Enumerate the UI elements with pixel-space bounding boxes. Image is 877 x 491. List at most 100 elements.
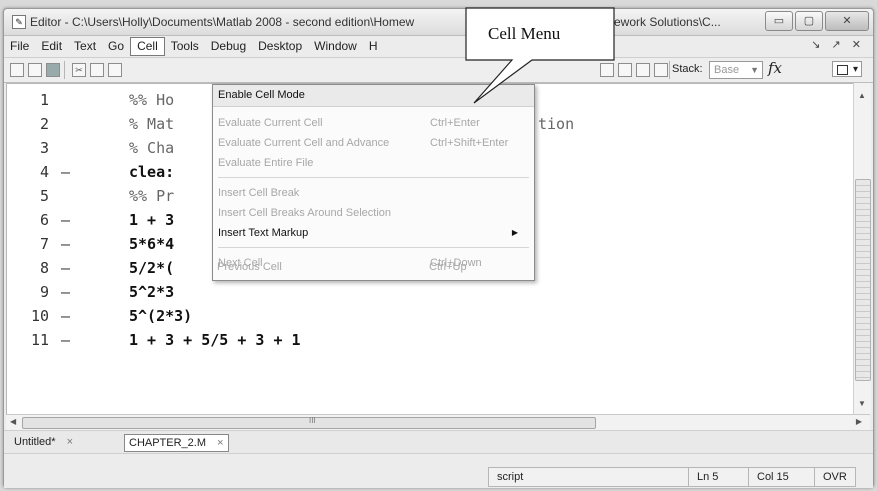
menu-debug[interactable]: Debug [205,37,252,55]
code-line: 9 — 5^2*3 [7,280,853,304]
menu-separator [218,247,529,248]
menu-item-evaluate-entire-file[interactable]: Evaluate Entire File [213,153,534,173]
line-number: 3 [39,139,49,157]
close-icon[interactable]: × [67,436,73,448]
menu-tools[interactable]: Tools [165,37,205,55]
code-text[interactable]: clea: [129,160,174,184]
step-in-icon[interactable] [618,63,632,77]
paste-icon[interactable] [108,63,122,77]
scroll-down-icon[interactable]: ▼ [858,399,866,408]
cell-tool-icon[interactable] [600,63,614,77]
scroll-up-icon[interactable]: ▲ [858,91,866,100]
stack-value: Base [714,64,740,76]
menu-item-label: Evaluate Current Cell [218,117,323,129]
vertical-scrollbar[interactable]: ▲ ▼ [853,83,871,414]
exec-marker: — [61,283,71,301]
editor-window: ✎ Editor - C:\Users\Holly\Documents\Matl… [3,8,874,488]
line-number: 6 [39,211,49,229]
code-text[interactable]: 5^(2*3) [129,304,192,328]
code-text[interactable]: 5*6*4 [129,232,174,256]
code-text[interactable]: 5/2*( [129,256,174,280]
menu-edit[interactable]: Edit [35,37,68,55]
window-title: Editor - C:\Users\Holly\Documents\Matlab… [30,15,415,29]
minimize-button[interactable]: ▭ [765,11,793,31]
scroll-right-icon[interactable]: ▶ [856,417,862,426]
menu-item-evaluate-and-advance[interactable]: Evaluate Current Cell and Advance Ctrl+S… [213,133,534,153]
scroll-thumb[interactable]: III [22,416,596,429]
menu-window[interactable]: Window [308,37,363,55]
close-icon[interactable]: × [217,437,223,449]
line-number: 4 [39,163,49,181]
scroll-left-icon[interactable]: ◀ [10,417,16,426]
menu-item-insert-cell-breaks-around[interactable]: Insert Cell Breaks Around Selection [213,203,534,223]
dock-controls[interactable]: ↘ ↗ ✕ [811,38,865,51]
chevron-down-icon: ▾ [852,64,858,75]
line-number: 2 [39,115,49,133]
menu-item-previous-cell[interactable]: Previous Cell Ctrl+Up [212,257,533,277]
menu-cell[interactable]: Cell [130,36,165,56]
code-text[interactable]: % Mat [129,112,174,136]
tab-untitled[interactable]: Untitled* × [10,434,77,450]
menu-help[interactable]: H [363,37,384,55]
line-number: 1 [39,91,49,109]
exit-debug-icon[interactable] [654,63,668,77]
maximize-button[interactable]: ▢ [795,11,823,31]
toolbar-separator [669,61,670,79]
menu-desktop[interactable]: Desktop [252,37,308,55]
menu-item-insert-text-markup[interactable]: Insert Text Markup ▶ [213,223,534,243]
code-text[interactable]: % Cha [129,136,174,160]
title-bar[interactable]: ✎ Editor - C:\Users\Holly\Documents\Matl… [4,9,873,36]
menu-item-enable-cell-mode[interactable]: Enable Cell Mode [213,85,534,107]
window-title-tail: mework Solutions\C... [604,15,721,29]
line-number: 7 [39,235,49,253]
stack-dropdown[interactable]: Base ▼ [709,61,763,79]
menu-bar: File Edit Text Go Cell Tools Debug Deskt… [4,36,873,56]
menu-file[interactable]: File [4,37,35,55]
cell-menu-dropdown: Enable Cell Mode Evaluate Current Cell C… [212,84,535,281]
code-text[interactable]: 1 + 3 + 5/5 + 3 + 1 [129,328,301,352]
exec-marker: — [61,307,71,325]
menu-item-label: Insert Text Markup [218,227,309,239]
open-folder-icon[interactable] [28,63,42,77]
exec-marker: — [61,163,71,181]
status-mode: script [488,467,690,487]
code-text[interactable]: 1 + 3 [129,208,174,232]
horizontal-scrollbar[interactable]: ◀ III ▶ [6,414,870,430]
layout-button[interactable]: ▾ [832,61,862,77]
code-text[interactable]: %% Ho [129,88,174,112]
close-button[interactable]: ✕ [825,11,869,31]
tab-label: Untitled* [14,436,56,448]
menu-text[interactable]: Text [68,37,102,55]
menu-item-shortcut: Ctrl+Enter [430,117,480,129]
new-file-icon[interactable] [10,63,24,77]
menu-separator [218,177,529,178]
code-text-tail[interactable]: tion [538,112,574,136]
menu-item-label: Enable Cell Mode [218,89,305,101]
window-controls: ▭ ▢ ✕ [765,11,869,31]
scroll-thumb[interactable] [855,179,871,381]
toolbar-separator [64,61,65,79]
menu-item-insert-cell-break[interactable]: Insert Cell Break [213,183,534,203]
tab-chapter-2[interactable]: CHAPTER_2.M × [124,434,229,452]
status-ovr: OVR [814,467,856,487]
submenu-arrow-icon: ▶ [511,228,518,237]
menu-go[interactable]: Go [102,37,130,55]
menu-item-label: Insert Cell Break [218,187,300,199]
copy-icon[interactable] [90,63,104,77]
step-out-icon[interactable] [636,63,650,77]
editor-app-icon: ✎ [12,15,26,29]
status-bar: script Ln 5 Col 15 OVR [4,453,873,488]
function-fx-icon[interactable]: fx [768,59,782,77]
cut-icon[interactable]: ✂ [72,63,86,77]
code-text[interactable]: 5^2*3 [129,280,174,304]
line-number: 9 [39,283,49,301]
menu-item-shortcut: Ctrl+Shift+Enter [430,137,509,149]
line-number: 11 [30,331,49,349]
save-icon[interactable] [46,63,60,77]
menu-item-evaluate-current-cell[interactable]: Evaluate Current Cell Ctrl+Enter [213,113,534,133]
chevron-down-icon: ▼ [750,65,759,75]
code-text[interactable]: %% Pr [129,184,174,208]
line-number: 8 [39,259,49,277]
code-line: 11 — 1 + 3 + 5/5 + 3 + 1 [7,328,853,352]
window-layout-icon [837,65,848,75]
